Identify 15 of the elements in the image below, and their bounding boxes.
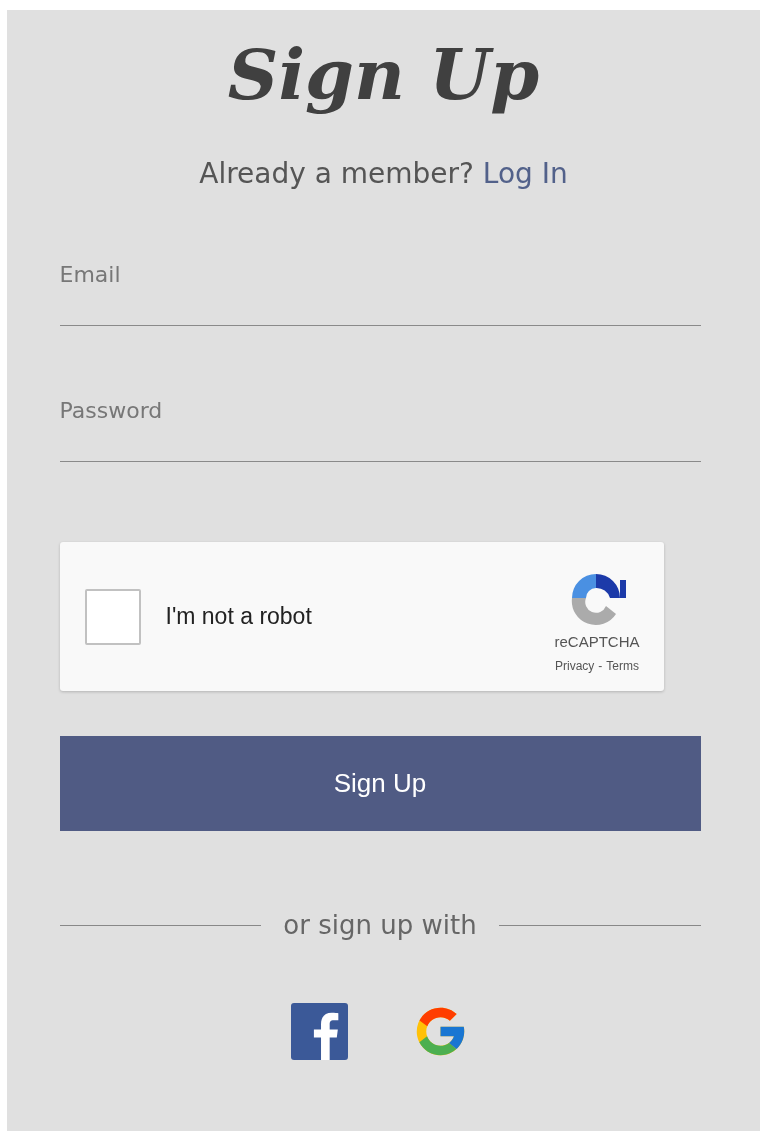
login-link[interactable]: Log In <box>482 157 568 190</box>
terms-link[interactable]: Terms <box>606 657 639 676</box>
captcha-checkbox[interactable] <box>84 588 141 645</box>
input-field[interactable]: Email <box>59 258 701 326</box>
input-field[interactable]: Password <box>59 394 701 462</box>
privacy-link[interactable]: Privacy <box>555 657 595 676</box>
facebook-icon[interactable] <box>291 1003 348 1060</box>
field-label: Email <box>59 261 121 289</box>
captcha-brand: reCAPTCHA <box>554 631 640 652</box>
captcha-label: I'm not a robot <box>165 602 313 632</box>
field-label: Password <box>59 397 163 425</box>
sign-up-button[interactable]: Sign Up <box>59 736 701 831</box>
login-prompt: Already a member? Log In <box>199 160 568 188</box>
link-separator: - <box>598 658 603 676</box>
divider-label: or sign up with <box>283 909 477 942</box>
